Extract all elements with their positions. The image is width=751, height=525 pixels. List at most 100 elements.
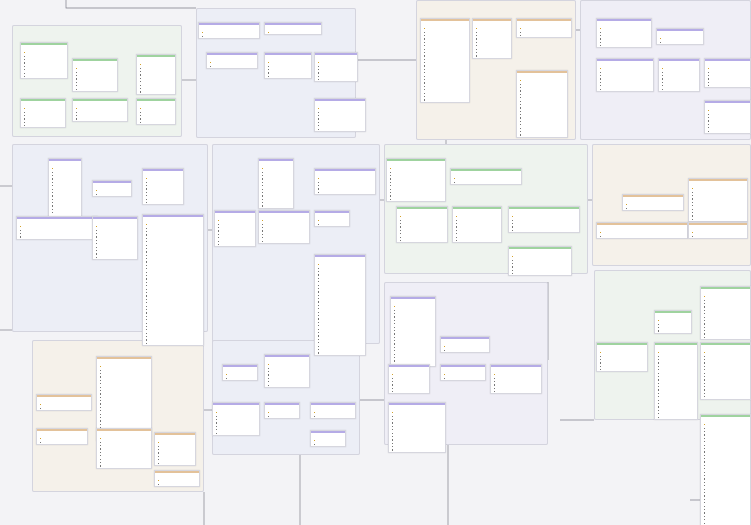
column-row[interactable] — [265, 383, 309, 387]
column-row[interactable] — [655, 415, 697, 419]
entity-table[interactable] — [622, 194, 684, 211]
entity-table[interactable] — [264, 402, 300, 419]
entity-table[interactable] — [388, 402, 446, 453]
entity-table[interactable] — [596, 18, 652, 49]
entity-table[interactable] — [704, 100, 751, 134]
column-row[interactable] — [259, 204, 293, 207]
entity-table[interactable] — [396, 206, 448, 244]
entity-table[interactable] — [20, 42, 68, 80]
entity-table[interactable] — [154, 432, 196, 466]
column-row[interactable] — [37, 440, 87, 444]
entity-table[interactable] — [214, 210, 256, 248]
column-row[interactable] — [701, 521, 750, 525]
column-row[interactable] — [701, 336, 750, 339]
column-row[interactable] — [517, 34, 571, 37]
column-row[interactable] — [97, 464, 151, 467]
column-row[interactable] — [597, 368, 647, 371]
entity-table[interactable] — [596, 58, 654, 92]
entity-table[interactable] — [314, 168, 376, 195]
entity-table[interactable] — [154, 470, 200, 487]
column-row[interactable] — [597, 44, 651, 47]
column-row[interactable] — [597, 87, 653, 91]
column-row[interactable] — [315, 78, 357, 81]
entity-table[interactable] — [136, 98, 176, 125]
column-row[interactable] — [93, 192, 131, 196]
column-row[interactable] — [441, 348, 489, 352]
entity-table[interactable] — [310, 430, 346, 447]
column-row[interactable] — [143, 342, 203, 345]
entity-table[interactable] — [386, 158, 446, 202]
entity-table[interactable] — [264, 22, 322, 36]
entity-table[interactable] — [450, 168, 522, 185]
entity-table[interactable] — [136, 54, 176, 95]
entity-table[interactable] — [658, 58, 700, 92]
entity-table[interactable] — [314, 210, 350, 227]
column-row[interactable] — [199, 34, 259, 38]
column-row[interactable] — [441, 376, 485, 380]
entity-table[interactable] — [92, 216, 138, 260]
column-row[interactable] — [21, 124, 65, 127]
column-row[interactable] — [389, 390, 429, 393]
column-row[interactable] — [17, 235, 97, 238]
entity-table[interactable] — [516, 70, 568, 138]
entity-table[interactable] — [700, 286, 751, 341]
column-row[interactable] — [315, 127, 365, 131]
entity-table[interactable] — [704, 58, 751, 89]
entity-table[interactable] — [314, 52, 358, 83]
column-row[interactable] — [453, 239, 501, 242]
column-row[interactable] — [473, 54, 511, 57]
column-row[interactable] — [137, 90, 175, 93]
entity-table[interactable] — [258, 158, 294, 209]
entity-table[interactable] — [452, 206, 502, 244]
column-row[interactable] — [137, 121, 175, 124]
column-row[interactable] — [659, 87, 699, 91]
entity-table[interactable] — [212, 402, 260, 436]
column-row[interactable] — [701, 395, 750, 398]
entity-table[interactable] — [16, 216, 98, 240]
column-row[interactable] — [689, 234, 747, 238]
entity-table[interactable] — [20, 98, 66, 129]
column-row[interactable] — [155, 482, 199, 486]
column-row[interactable] — [491, 390, 541, 393]
column-row[interactable] — [451, 180, 521, 184]
entity-table[interactable] — [596, 342, 648, 373]
entity-table[interactable] — [96, 428, 152, 469]
column-row[interactable] — [389, 448, 445, 451]
column-row[interactable] — [315, 222, 349, 226]
column-row[interactable] — [215, 243, 255, 246]
entity-table[interactable] — [314, 98, 366, 132]
entity-table[interactable] — [72, 98, 128, 122]
column-row[interactable] — [223, 376, 257, 380]
entity-table[interactable] — [420, 18, 470, 103]
column-row[interactable] — [265, 31, 321, 34]
entity-table[interactable] — [258, 210, 310, 244]
entity-table[interactable] — [440, 364, 486, 381]
entity-table[interactable] — [264, 354, 310, 388]
entity-table[interactable] — [472, 18, 512, 59]
column-row[interactable] — [421, 98, 469, 101]
column-row[interactable] — [73, 87, 117, 91]
column-row[interactable] — [311, 414, 355, 418]
column-row[interactable] — [705, 129, 750, 133]
column-row[interactable] — [93, 256, 137, 259]
column-row[interactable] — [597, 234, 687, 238]
entity-table[interactable] — [142, 214, 204, 347]
diagram-canvas[interactable] — [0, 0, 751, 525]
entity-table[interactable] — [390, 296, 436, 368]
column-row[interactable] — [397, 239, 447, 242]
entity-table[interactable] — [314, 254, 366, 356]
column-row[interactable] — [207, 64, 257, 68]
entity-table[interactable] — [36, 394, 92, 411]
entity-table[interactable] — [142, 168, 184, 206]
column-row[interactable] — [623, 206, 683, 210]
column-row[interactable] — [517, 133, 567, 136]
entity-table[interactable] — [264, 52, 312, 79]
column-row[interactable] — [213, 431, 259, 435]
entity-table[interactable] — [36, 428, 88, 445]
column-row[interactable] — [387, 198, 445, 201]
column-row[interactable] — [705, 84, 750, 87]
column-row[interactable] — [259, 239, 309, 243]
entity-table[interactable] — [222, 364, 258, 381]
entity-table[interactable] — [198, 22, 260, 39]
entity-table[interactable] — [654, 342, 698, 420]
